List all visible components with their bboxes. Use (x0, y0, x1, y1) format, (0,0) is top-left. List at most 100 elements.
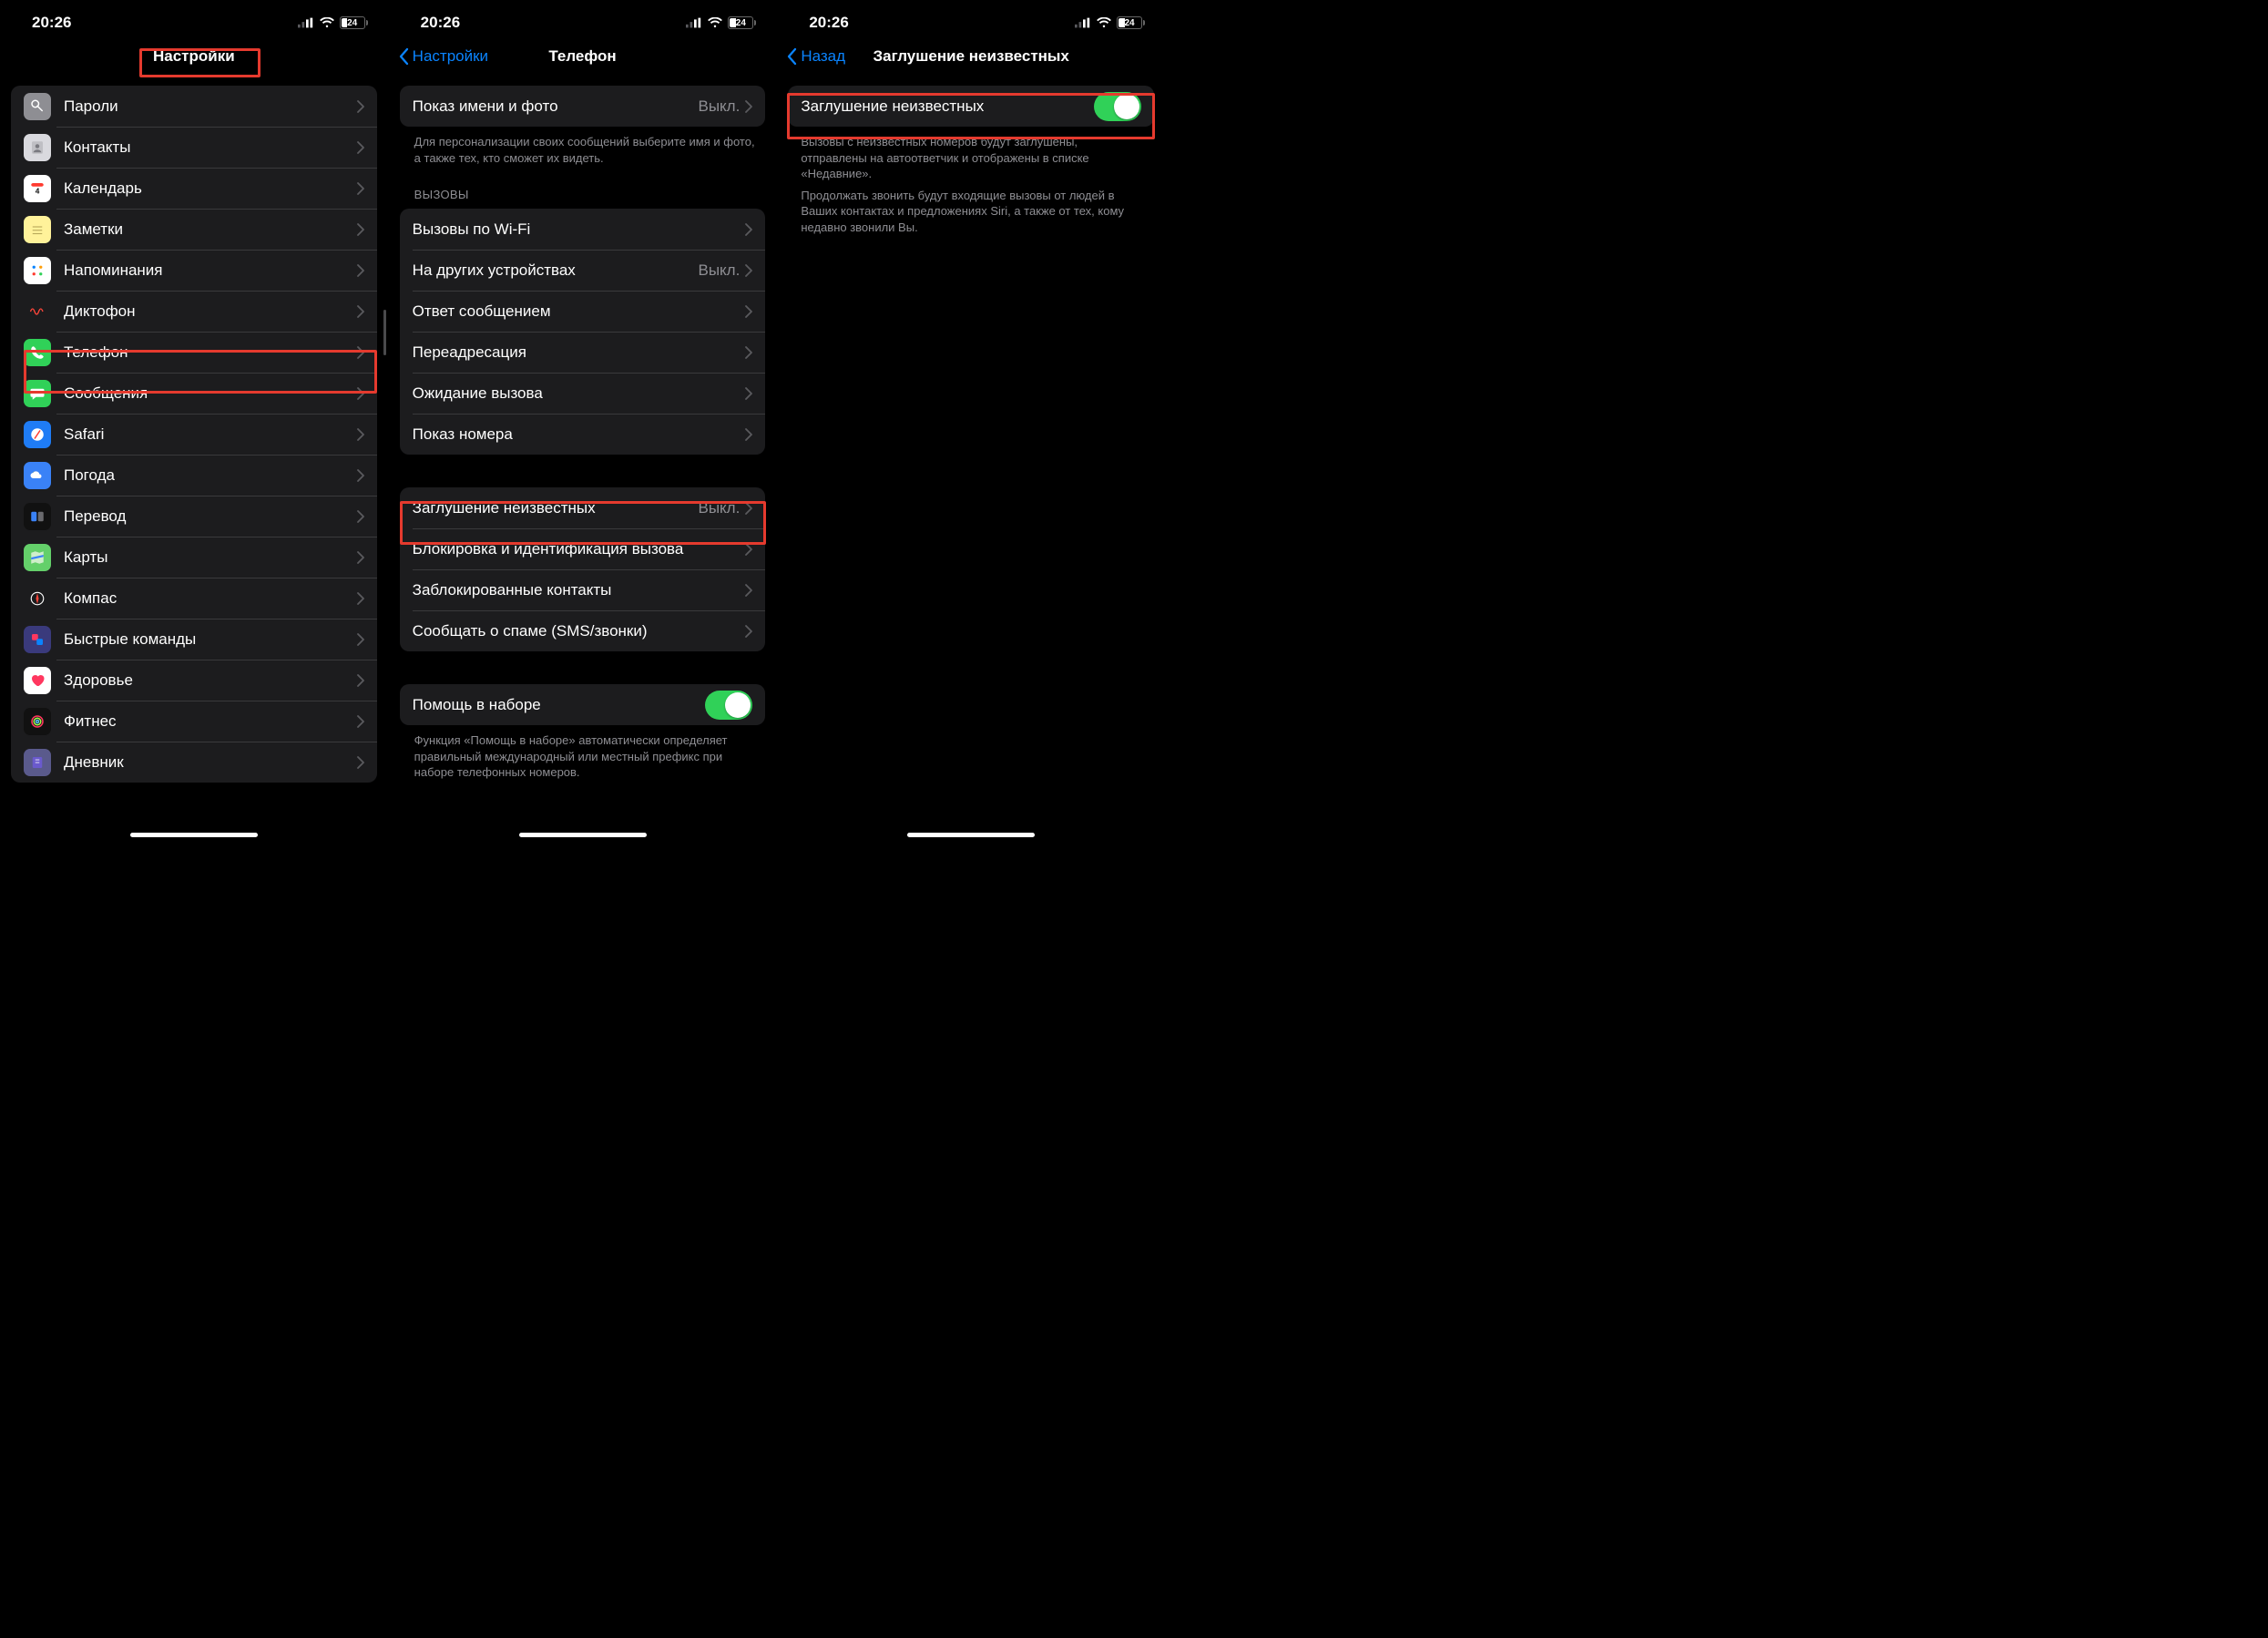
weather-icon (24, 462, 51, 489)
nav-bar: Назад Заглушение неизвестных (777, 36, 1165, 77)
list-row[interactable]: Блокировка и идентификация вызова (400, 528, 766, 569)
page-title: Заглушение неизвестных (873, 47, 1068, 66)
silence-footer-2: Продолжать звонить будут входящие вызовы… (777, 186, 1165, 240)
dial-assist-row[interactable]: Помощь в наборе (400, 684, 766, 725)
dual-sim-icon (298, 17, 314, 28)
dial-assist-label: Помощь в наборе (413, 696, 706, 714)
back-button[interactable]: Настройки (398, 36, 488, 77)
settings-row-voicememos[interactable]: Диктофон (11, 291, 377, 332)
status-bar: 20:26 24 (777, 0, 1165, 36)
nav-bar: Настройки Телефон (389, 36, 777, 77)
row-label: Переадресация (413, 343, 746, 362)
list-row[interactable]: Заблокированные контакты (400, 569, 766, 610)
settings-row-reminders[interactable]: Напоминания (11, 250, 377, 291)
calendar-icon: 4 (24, 175, 51, 202)
settings-row-weather[interactable]: Погода (11, 455, 377, 496)
row-label: Ответ сообщением (413, 302, 746, 321)
chevron-right-icon (357, 100, 364, 113)
row-label: Заблокированные контакты (413, 581, 746, 599)
settings-row-fitness[interactable]: Фитнес (11, 701, 377, 742)
list-row[interactable]: Переадресация (400, 332, 766, 373)
settings-row-calendar[interactable]: 4 Календарь (11, 168, 377, 209)
settings-row-safari[interactable]: Safari (11, 414, 377, 455)
list-row[interactable]: Сообщать о спаме (SMS/звонки) (400, 610, 766, 651)
page-title: Телефон (548, 47, 616, 66)
silence-footer-1: Вызовы с неизвестных номеров будут заглу… (777, 127, 1165, 186)
settings-row-label: Календарь (64, 179, 357, 198)
settings-row-maps[interactable]: Карты (11, 537, 377, 578)
settings-row-label: Напоминания (64, 261, 357, 280)
list-row[interactable]: Ответ сообщением (400, 291, 766, 332)
settings-row-label: Safari (64, 425, 357, 444)
chevron-right-icon (357, 141, 364, 154)
chevron-right-icon (745, 584, 752, 597)
list-row[interactable]: Вызовы по Wi-Fi (400, 209, 766, 250)
name-photo-footer: Для персонализации своих сообщений выбер… (389, 127, 777, 169)
dial-assist-footer: Функция «Помощь в наборе» автоматически … (389, 725, 777, 784)
maps-icon (24, 544, 51, 571)
settings-row-label: Заметки (64, 220, 357, 239)
settings-row-contacts[interactable]: Контакты (11, 127, 377, 168)
list-row[interactable]: На других устройствахВыкл. (400, 250, 766, 291)
chevron-left-icon (398, 47, 411, 66)
settings-row-label: Пароли (64, 97, 357, 116)
nav-bar: Настройки (0, 36, 388, 77)
chevron-right-icon (745, 264, 752, 277)
reminders-icon (24, 257, 51, 284)
messages-icon (24, 380, 51, 407)
home-indicator[interactable] (519, 833, 647, 837)
chevron-right-icon (745, 502, 752, 515)
settings-row-phone[interactable]: Телефон (11, 332, 377, 373)
settings-row-notes[interactable]: Заметки (11, 209, 377, 250)
back-button[interactable]: Назад (786, 36, 845, 77)
row-label: Показ имени и фото (413, 97, 699, 116)
row-value: Выкл. (699, 97, 741, 116)
row-label: На других устройствах (413, 261, 699, 280)
silence-unknown-toggle[interactable] (1094, 92, 1141, 121)
settings-row-label: Диктофон (64, 302, 357, 321)
chevron-right-icon (745, 346, 752, 359)
screen-phone-settings: 20:26 24 Настройки Телефон Показ имени и… (389, 0, 778, 843)
fitness-icon (24, 708, 51, 735)
home-indicator[interactable] (907, 833, 1035, 837)
settings-row-compass[interactable]: Компас (11, 578, 377, 619)
battery-icon: 24 (340, 16, 368, 29)
status-indicators: 24 (1075, 16, 1145, 29)
back-label: Назад (801, 47, 845, 66)
compass-icon (24, 585, 51, 612)
settings-row-messages[interactable]: Сообщения (11, 373, 377, 414)
chevron-right-icon (745, 223, 752, 236)
phone-icon (24, 339, 51, 366)
chevron-right-icon (357, 551, 364, 564)
list-row[interactable]: Ожидание вызова (400, 373, 766, 414)
status-indicators: 24 (298, 16, 368, 29)
chevron-right-icon (357, 305, 364, 318)
chevron-right-icon (745, 543, 752, 556)
list-row[interactable]: Показ номера (400, 414, 766, 455)
row-label: Блокировка и идентификация вызова (413, 540, 746, 558)
settings-row-translate[interactable]: Перевод (11, 496, 377, 537)
row-label: Вызовы по Wi-Fi (413, 220, 746, 239)
settings-row-journal[interactable]: Дневник (11, 742, 377, 783)
chevron-left-icon (786, 47, 799, 66)
row-value: Выкл. (699, 261, 741, 280)
silence-unknown-row[interactable]: Заглушение неизвестных (788, 86, 1154, 127)
chevron-right-icon (357, 674, 364, 687)
safari-icon (24, 421, 51, 448)
settings-row-label: Сообщения (64, 384, 357, 403)
list-row[interactable]: Заглушение неизвестныхВыкл. (400, 487, 766, 528)
silence-unknown-label: Заглушение неизвестных (801, 97, 1094, 116)
status-bar: 20:26 24 (389, 0, 777, 36)
wifi-icon (320, 17, 334, 28)
settings-row-passwords[interactable]: Пароли (11, 86, 377, 127)
home-indicator[interactable] (130, 833, 258, 837)
dial-assist-toggle[interactable] (705, 691, 752, 720)
list-row[interactable]: Показ имени и фотоВыкл. (400, 86, 766, 127)
settings-row-shortcuts[interactable]: Быстрые команды (11, 619, 377, 660)
row-label: Заглушение неизвестных (413, 499, 699, 517)
settings-list-container[interactable]: Пароли Контакты 4 Календарь Заметки Напоминан… (0, 77, 388, 843)
settings-row-health[interactable]: Здоровье (11, 660, 377, 701)
chevron-right-icon (357, 387, 364, 400)
shortcuts-icon (24, 626, 51, 653)
settings-row-label: Контакты (64, 138, 357, 157)
